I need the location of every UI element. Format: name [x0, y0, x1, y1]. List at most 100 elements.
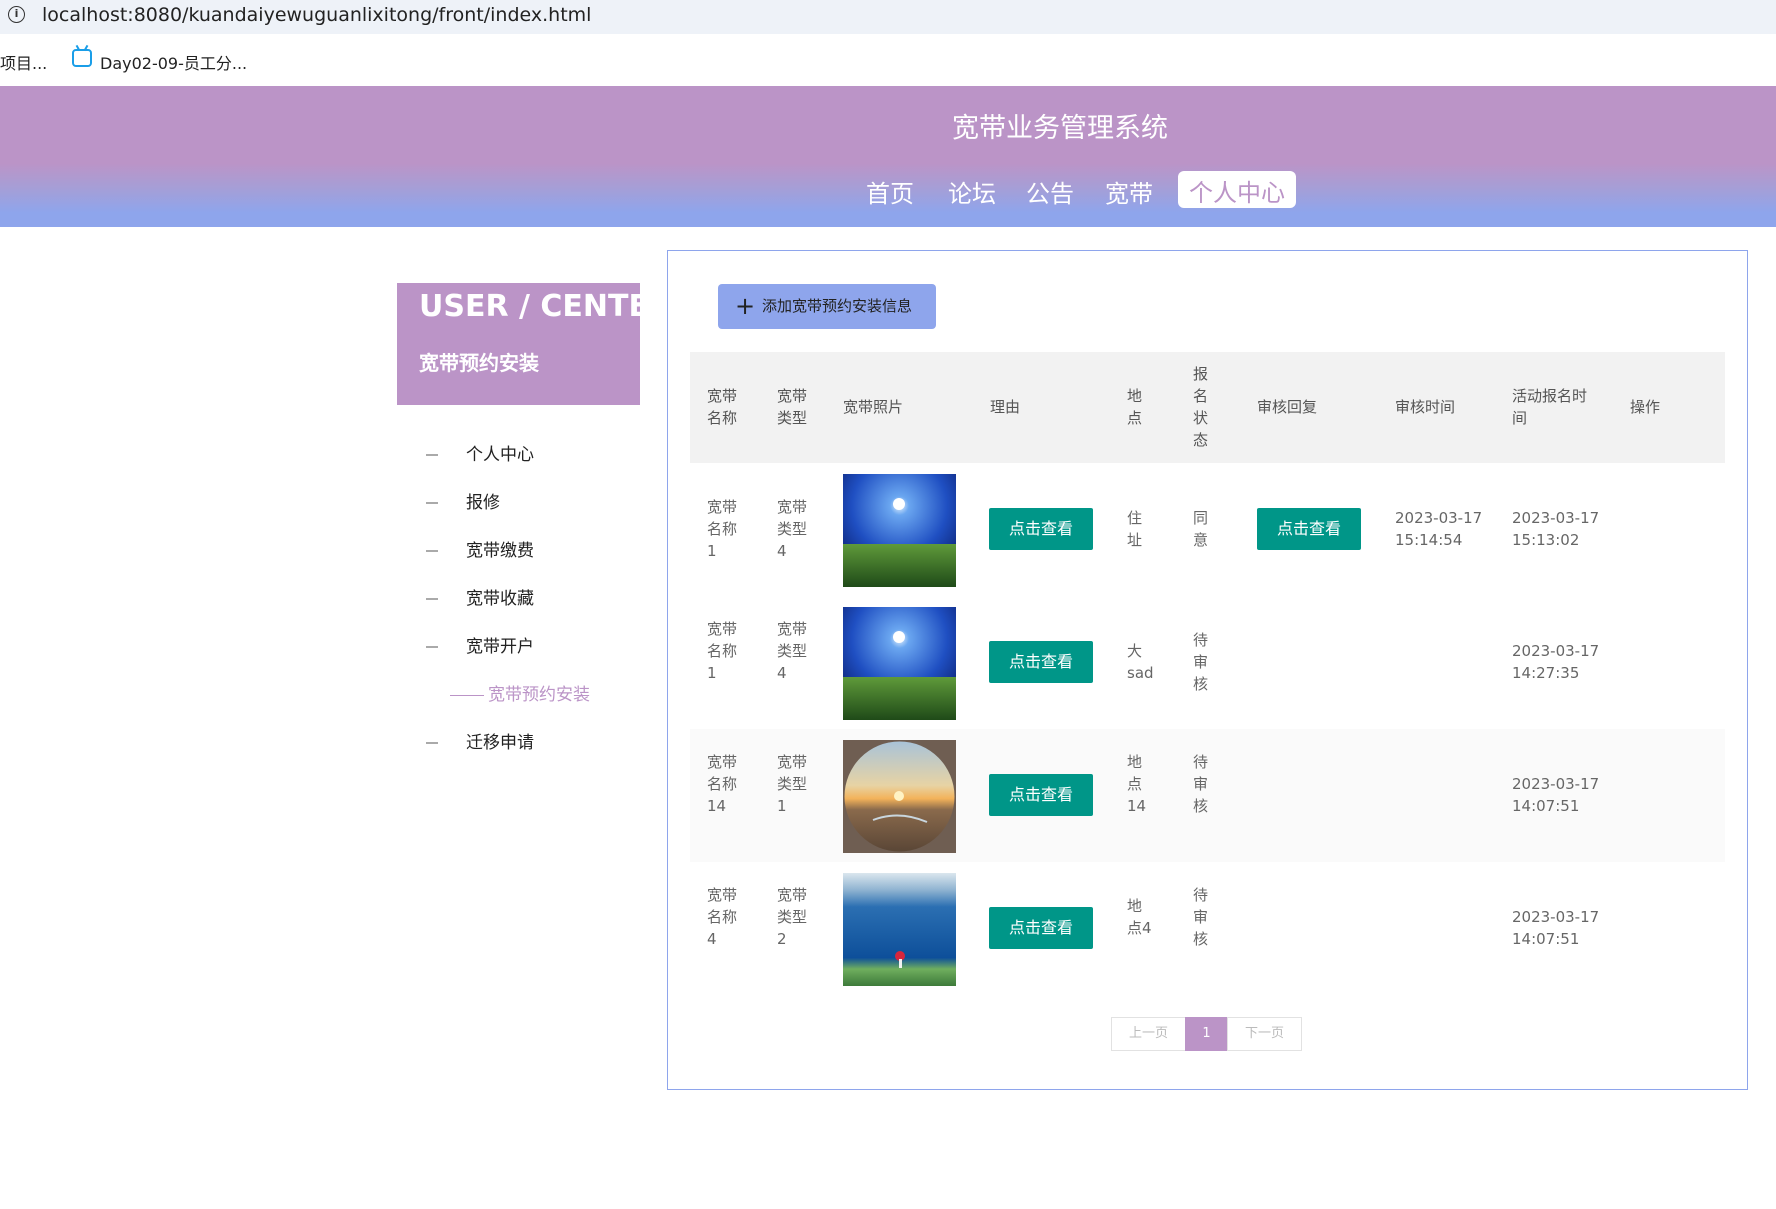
signup-date: 2023-03-17 [1512, 775, 1600, 793]
review-date: 2023-03-17 [1395, 509, 1483, 527]
next-page-button[interactable]: 下一页 [1227, 1017, 1302, 1051]
sidebar-subitem-install[interactable]: 宽带预约安装 [450, 680, 590, 705]
signup-date: 2023-03-17 [1512, 908, 1600, 926]
sidebar-item-label: 迁移申请 [466, 733, 534, 753]
info-icon[interactable]: i [8, 6, 25, 23]
dash-icon [426, 646, 438, 648]
signup-clock: 14:07:51 [1512, 930, 1580, 948]
table-row: 宽带名称4 宽带类型2 点击查看 地点4 待审核 2023-03-17 14:07… [690, 862, 1725, 995]
content-panel: + 添加宽带预约安装信息 宽带名称 宽带类型 宽带照片 理由 地点 报名状态 审… [667, 250, 1748, 1090]
add-button-label: 添加宽带预约安装信息 [762, 297, 913, 315]
photo-sky-grass[interactable] [843, 607, 956, 720]
url-text[interactable]: localhost:8080/kuandaiyewuguanlixitong/f… [42, 4, 591, 26]
cell-type: 宽带类型1 [777, 753, 808, 815]
address-bar[interactable]: i localhost:8080/kuandaiyewuguanlixitong… [0, 0, 1776, 34]
cell-location: 住址 [1127, 509, 1143, 549]
signup-date: 2023-03-17 [1512, 509, 1600, 527]
dash-icon [450, 694, 484, 696]
dash-icon [426, 454, 438, 456]
bookmarks-bar: 项目... Day02-09-员工分... [0, 34, 1776, 86]
sidebar-item-label: 宽带开户 [466, 637, 534, 657]
nav-broadband[interactable]: 宽带 [1105, 174, 1153, 209]
cell-name: 宽带名称1 [707, 498, 738, 560]
th-name: 宽带名称 [707, 387, 738, 427]
cell-location: 地点14 [1127, 753, 1147, 815]
cell-location: 地点4 [1127, 897, 1152, 937]
cell-status: 同意 [1193, 509, 1209, 549]
sidebar-item-open-account[interactable]: 宽带开户 [426, 632, 534, 657]
bilibili-icon [72, 49, 92, 67]
sidebar-header: USER / CENTER 宽带预约安装 [397, 283, 672, 405]
cell-review-time: 2023-03-17 15:14:54 [1395, 507, 1482, 551]
cell-status: 待审核 [1193, 631, 1209, 693]
sidebar-item-favorites[interactable]: 宽带收藏 [426, 584, 534, 609]
sidebar-item-label: 报修 [466, 493, 500, 513]
cell-signup-time: 2023-03-17 14:07:51 [1512, 773, 1599, 817]
page-1-button[interactable]: 1 [1185, 1017, 1228, 1051]
photo-sky-grass[interactable] [843, 474, 956, 587]
signup-clock: 15:13:02 [1512, 531, 1580, 549]
sidebar-item-repair[interactable]: 报修 [426, 488, 500, 513]
cell-signup-time: 2023-03-17 14:07:51 [1512, 906, 1599, 950]
sidebar-item-label: 宽带预约安装 [488, 685, 590, 705]
dash-icon [426, 550, 438, 552]
th-type: 宽带类型 [777, 387, 808, 427]
sidebar-item-label: 个人中心 [466, 445, 534, 465]
sidebar-item-relocation[interactable]: 迁移申请 [426, 728, 534, 753]
cell-name: 宽带名称14 [707, 753, 738, 815]
review-clock: 15:14:54 [1395, 531, 1463, 549]
view-reason-button[interactable]: 点击查看 [989, 508, 1093, 550]
th-status: 报名状态 [1193, 365, 1209, 449]
cell-signup-time: 2023-03-17 14:27:35 [1512, 640, 1599, 684]
nav-forum[interactable]: 论坛 [948, 174, 996, 209]
sidebar-title-en: USER / CENTER [419, 289, 673, 324]
th-location: 地点 [1127, 387, 1143, 427]
photo-desert-sunset[interactable] [843, 740, 956, 853]
view-reply-button[interactable]: 点击查看 [1257, 508, 1361, 550]
table-row: 宽带名称14 宽带类型1 点击查看 地点14 待审核 2023-03-17 14:… [690, 729, 1725, 862]
photo-blue-lake[interactable] [843, 873, 956, 986]
cell-signup-time: 2023-03-17 15:13:02 [1512, 507, 1599, 551]
sidebar-title-cn: 宽带预约安装 [419, 351, 539, 375]
signup-clock: 14:07:51 [1512, 797, 1580, 815]
prev-page-button[interactable]: 上一页 [1111, 1017, 1186, 1051]
sidebar-item-payment[interactable]: 宽带缴费 [426, 536, 534, 561]
site-title: 宽带业务管理系统 [952, 113, 1168, 144]
cell-type: 宽带类型4 [777, 620, 808, 682]
th-photo: 宽带照片 [843, 398, 904, 416]
nav-notice[interactable]: 公告 [1026, 174, 1074, 209]
dash-icon [426, 742, 438, 744]
plus-icon: + [735, 292, 756, 320]
table-row: 宽带名称1 宽带类型4 点击查看 大sad 待审核 2023-03-17 14:2… [690, 596, 1725, 729]
cell-type: 宽带类型2 [777, 886, 808, 948]
cell-status: 待审核 [1193, 886, 1209, 948]
sidebar-item-label: 宽带收藏 [466, 589, 534, 609]
sidebar-item-label: 宽带缴费 [466, 541, 534, 561]
dash-icon [426, 598, 438, 600]
bookmark-day02[interactable]: Day02-09-员工分... [100, 50, 247, 74]
table-row: 宽带名称1 宽带类型4 点击查看 住址 同意 点击查看 2023-03-17 15… [690, 463, 1725, 596]
view-reason-button[interactable]: 点击查看 [989, 774, 1093, 816]
cell-location: 大sad [1127, 642, 1154, 682]
cell-status: 待审核 [1193, 753, 1209, 815]
th-signup-time: 活动报名时间 [1512, 387, 1588, 427]
add-install-button[interactable]: + 添加宽带预约安装信息 [718, 284, 936, 329]
table-header: 宽带名称 宽带类型 宽带照片 理由 地点 报名状态 审核回复 审核时间 活动报名… [690, 352, 1725, 463]
signup-clock: 14:27:35 [1512, 664, 1580, 682]
bookmark-projects[interactable]: 项目... [0, 50, 47, 74]
cell-name: 宽带名称4 [707, 886, 738, 948]
dash-icon [426, 502, 438, 504]
nav-home[interactable]: 首页 [866, 174, 914, 209]
th-review-time: 审核时间 [1395, 398, 1456, 416]
site-header: 宽带业务管理系统 首页 论坛 公告 宽带 个人中心 [0, 86, 1776, 227]
th-action: 操作 [1630, 398, 1661, 416]
cell-name: 宽带名称1 [707, 620, 738, 682]
cell-type: 宽带类型4 [777, 498, 808, 560]
nav-user-center[interactable]: 个人中心 [1178, 171, 1296, 208]
signup-date: 2023-03-17 [1512, 642, 1600, 660]
view-reason-button[interactable]: 点击查看 [989, 907, 1093, 949]
view-reason-button[interactable]: 点击查看 [989, 641, 1093, 683]
th-reply: 审核回复 [1257, 398, 1318, 416]
th-reason: 理由 [990, 398, 1021, 416]
sidebar-item-user-center[interactable]: 个人中心 [426, 440, 534, 465]
